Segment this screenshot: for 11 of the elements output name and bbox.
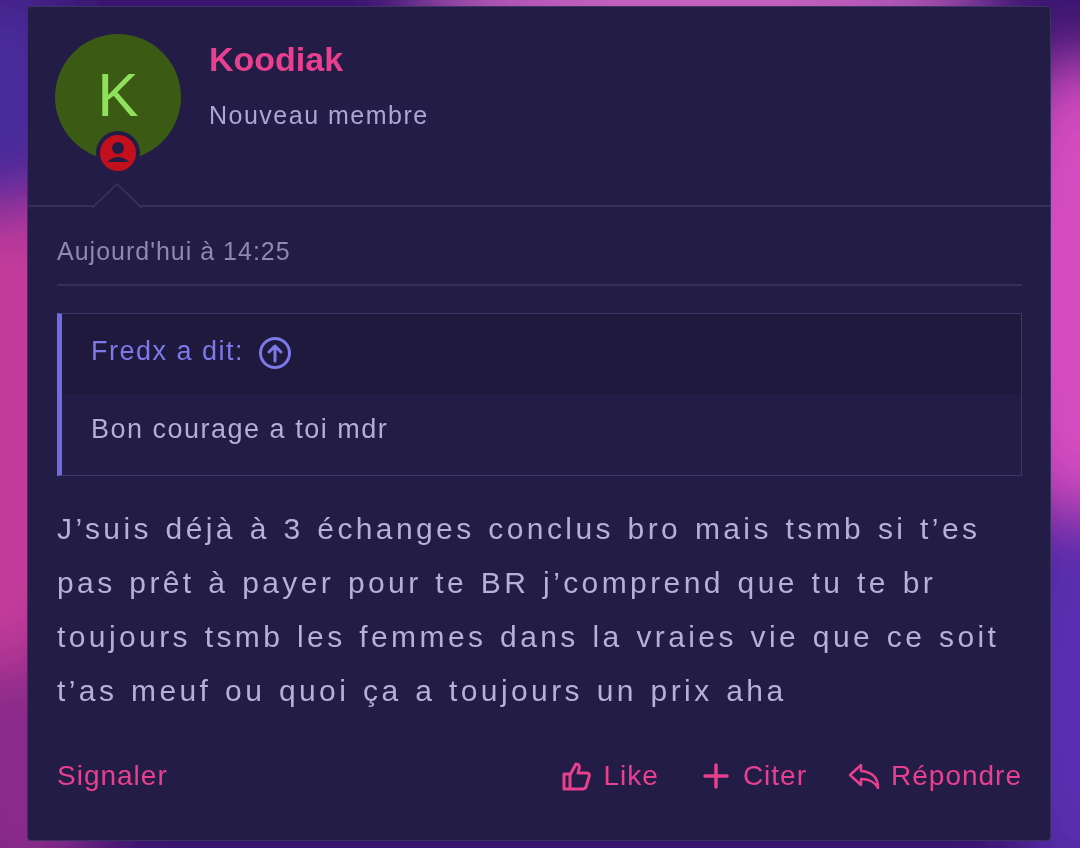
message-text: J’suis déjà à 3 échanges conclus bro mais tsmb si t’es pas prêt à payer pour te BR j’comprend que tu te br toujours tsmb les femmes dans la vraies vie que ce soit t’as meuf ou quoi ça a toujours un prix aha [57, 511, 1001, 709]
like-button[interactable]: Like [559, 759, 659, 793]
quote-text: Bon courage a toi mdr [91, 414, 389, 444]
reply-button[interactable]: Répondre [847, 759, 1022, 793]
report-link[interactable]: Signaler [57, 760, 168, 792]
user-title: Nouveau membre [209, 101, 429, 130]
quote-author[interactable]: Fredx a dit: [91, 336, 245, 367]
quote-button[interactable]: Citer [698, 759, 807, 793]
post-date: Aujourd'hui à 14:25 [57, 236, 291, 267]
arrow-up-icon[interactable] [258, 336, 293, 370]
username[interactable]: Koodiak [209, 40, 429, 79]
